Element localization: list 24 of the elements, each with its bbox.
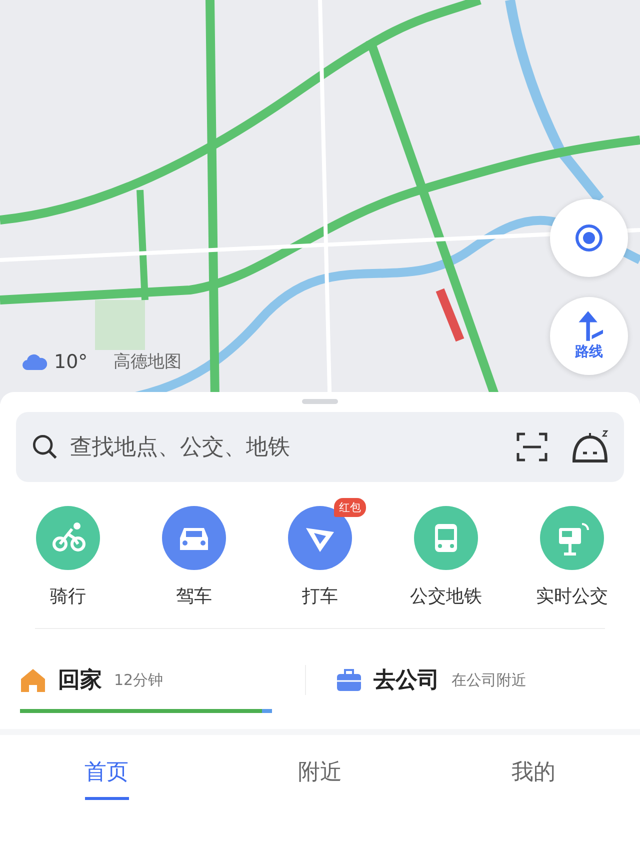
quick-action-button[interactable]: 公交地铁 bbox=[383, 506, 509, 608]
briefcase-icon bbox=[336, 667, 362, 693]
scan-icon bbox=[516, 432, 548, 462]
tab[interactable]: 我的 bbox=[511, 757, 556, 800]
map-logo: 高德地图 bbox=[114, 351, 182, 373]
quick-action-button[interactable]: 实时公交 bbox=[509, 506, 635, 608]
search-bar[interactable]: 查找地点、公交、地铁 bbox=[16, 412, 624, 482]
quick-action-button[interactable]: 驾车 bbox=[131, 506, 257, 608]
commute-button[interactable]: 回家 12分钟 bbox=[20, 665, 304, 695]
search-field[interactable]: 查找地点、公交、地铁 bbox=[68, 434, 494, 460]
scan-button[interactable] bbox=[516, 432, 548, 462]
drag-handle[interactable] bbox=[302, 399, 338, 404]
house-icon bbox=[20, 667, 46, 693]
commute-button[interactable]: 去公司 在公司附近 bbox=[336, 665, 620, 695]
cloud-icon bbox=[22, 352, 48, 370]
temperature: 10° bbox=[54, 350, 88, 372]
search-icon bbox=[32, 434, 58, 460]
tab[interactable]: 首页 bbox=[84, 757, 129, 800]
tab[interactable]: 附近 bbox=[298, 757, 342, 800]
assistant-button[interactable] bbox=[570, 429, 610, 465]
robot-icon bbox=[570, 429, 610, 465]
quick-action-button[interactable]: 骑行 bbox=[5, 506, 131, 608]
locate-icon bbox=[574, 223, 604, 253]
badge: 红包 bbox=[334, 498, 366, 517]
